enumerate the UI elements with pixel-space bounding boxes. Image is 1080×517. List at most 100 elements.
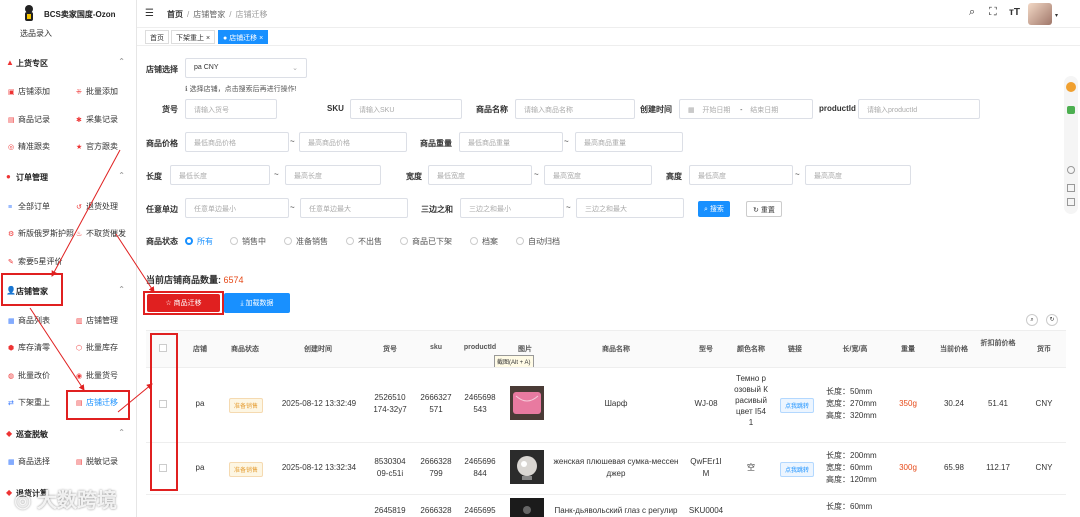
length-min-input[interactable]: 最低长度 <box>170 165 270 185</box>
header-weight: 重量 <box>901 346 915 353</box>
tab-relist[interactable]: 下架重上 × <box>171 30 216 44</box>
sidebar-item-collect-records[interactable]: ✱ 采集记录 <box>76 114 118 128</box>
side-max-input[interactable]: 任意单边最大 <box>300 198 408 218</box>
header-status: 商品状态 <box>231 346 259 353</box>
date-range-input[interactable]: ▦ 开始日期 - 结束日期 <box>679 99 813 119</box>
side-min-input[interactable]: 任意单边最小 <box>185 198 289 218</box>
breadcrumb-store-manager[interactable]: 店铺管家 <box>193 10 225 19</box>
search-icon[interactable]: ⌕ <box>969 6 975 19</box>
product-image[interactable] <box>510 386 544 420</box>
sidebar-item-precise-follow[interactable]: ◎ 精准跟卖 <box>8 141 50 155</box>
app-title: BCS卖家国度-Ozon <box>44 10 116 19</box>
chevron-up-icon: ⌃ <box>118 285 125 294</box>
width-min-input[interactable]: 最低宽度 <box>428 165 532 185</box>
sidebar-item-bulk-price[interactable]: ◍ 批量改价 <box>8 370 50 384</box>
header-name: 商品名称 <box>602 346 630 353</box>
load-data-button[interactable]: ⤓ 加载数据 <box>224 293 290 313</box>
fullscreen-icon[interactable]: ⛶ <box>989 6 997 19</box>
sidebar-item-product-entry[interactable]: 选品录入 <box>20 28 52 39</box>
breadcrumb-home[interactable]: 首页 <box>167 10 183 19</box>
status-radio-auto-archive[interactable]: 自动归档 <box>516 236 560 247</box>
sidebar-item-desensitize-records[interactable]: ▤ 脱敏记录 <box>76 456 118 470</box>
status-radio-preparing[interactable]: 准备销售 <box>284 236 328 247</box>
sidebar-item-bulk-sku[interactable]: ◉ 批量货号 <box>76 370 118 384</box>
table-refresh-icon[interactable]: ↻ <box>1046 314 1058 326</box>
header-model: 型号 <box>699 346 713 353</box>
sidebar-item-bulk-stock[interactable]: ⬡ 批量库存 <box>76 342 118 356</box>
refresh-icon: ↻ <box>753 207 759 214</box>
status-radio-not-for-sale[interactable]: 不出售 <box>346 236 382 247</box>
settings-icon[interactable] <box>1067 166 1075 174</box>
calendar-icon: ▦ <box>688 107 695 114</box>
sidebar-item-passport[interactable]: ⚙ 新版俄罗斯护照 <box>8 228 74 242</box>
status-radio-on-sale[interactable]: 销售中 <box>230 236 266 247</box>
table-search-icon[interactable]: ⌕ <box>1026 314 1038 326</box>
tab-store-migrate[interactable]: ● 店铺迁移 × <box>218 30 269 44</box>
sidebar-section-orders[interactable]: ● 订单管理 ⌃ <box>0 166 136 188</box>
length-max-input[interactable]: 最高长度 <box>285 165 381 185</box>
sidebar: BCS卖家国度-Ozon 选品录入 ▲ 上货专区 ⌃ ▣ 店铺添加 ⁜ 批量添加 ▤ 商品… <box>0 0 137 517</box>
header-pid: productId <box>463 344 497 351</box>
sku-input[interactable]: 请输入SKU <box>350 99 462 119</box>
pid-input[interactable]: 请输入productId <box>858 99 980 119</box>
sidebar-item-product-records[interactable]: ▤ 商品记录 <box>8 114 50 128</box>
copy-icon[interactable] <box>1067 184 1075 192</box>
sum-max-input[interactable]: 三边之和最大 <box>576 198 684 218</box>
sidebar-item-relist[interactable]: ⇄ 下架重上 <box>8 397 50 411</box>
name-input[interactable]: 请输入商品名称 <box>515 99 635 119</box>
status-radio-archive[interactable]: 档案 <box>470 236 498 247</box>
status-badge: 准备销售 <box>229 462 264 477</box>
store-select[interactable]: pa CNY ⌄ <box>185 58 307 78</box>
height-max-input[interactable]: 最高高度 <box>805 165 911 185</box>
width-max-input[interactable]: 最高宽度 <box>544 165 652 185</box>
sidebar-item-stock-clear[interactable]: ⬢ 库存清零 <box>8 342 50 356</box>
record-icon: ▤ <box>8 117 15 124</box>
price-min-input[interactable]: 最低商品价格 <box>185 132 289 152</box>
stock-icon: ⬢ <box>8 345 15 352</box>
product-image[interactable] <box>510 450 544 484</box>
bulk-stock-icon: ⬡ <box>76 345 83 352</box>
order-icon: ● <box>6 172 11 181</box>
sidebar-item-pickup-reminder[interactable]: ♨ 不取货催发 <box>76 228 126 242</box>
height-min-input[interactable]: 最低高度 <box>689 165 793 185</box>
sidebar-item-returns[interactable]: ↺ 退货处理 <box>76 201 118 215</box>
sidebar-item-official-follow[interactable]: ★ 官方跟卖 <box>76 141 118 155</box>
record-icon: ▤ <box>76 459 83 466</box>
sidebar-item-product-list[interactable]: ▦ 商品列表 <box>8 315 50 329</box>
product-image[interactable] <box>510 498 544 517</box>
weight-max-input[interactable]: 最高商品重量 <box>575 132 683 152</box>
avatar[interactable] <box>1028 3 1052 25</box>
highlight-store-manager <box>1 273 63 306</box>
weight-min-input[interactable]: 最低商品重量 <box>459 132 563 152</box>
sidebar-section-listing[interactable]: ▲ 上货专区 ⌃ <box>0 52 136 74</box>
open-link-button[interactable]: 点我跳转 <box>780 398 815 413</box>
sku-no-input[interactable]: 请输入货号 <box>185 99 277 119</box>
product-count: 当前店铺商品数量: 6574 <box>146 275 244 285</box>
status-radio-delisted[interactable]: 商品已下架 <box>400 236 452 247</box>
status-radio-all[interactable]: 所有 <box>185 236 213 247</box>
sidebar-item-all-orders[interactable]: ≡ 全部订单 <box>8 201 50 215</box>
price-max-input[interactable]: 最高商品价格 <box>299 132 407 152</box>
header-sku: sku <box>429 344 443 351</box>
tilde: ~ <box>795 170 800 179</box>
menu-toggle-icon[interactable]: ☰ <box>145 8 154 19</box>
reset-button[interactable]: ↻ 重置 <box>746 201 782 217</box>
sidebar-item-five-star[interactable]: ✎ 索要5星评价 <box>8 256 62 270</box>
status-icon[interactable] <box>1067 106 1075 114</box>
search-button[interactable]: ⌕ 搜索 <box>698 201 730 217</box>
sidebar-item-store-add[interactable]: ▣ 店铺添加 <box>8 86 50 100</box>
sidebar-item-store-manage[interactable]: ▥ 店铺管理 <box>76 315 118 329</box>
tab-home[interactable]: 首页 <box>145 30 169 44</box>
font-size-icon[interactable]: тT <box>1009 7 1020 18</box>
note-icon[interactable] <box>1067 198 1075 206</box>
plugin-icon[interactable] <box>1066 82 1076 92</box>
open-link-button[interactable]: 点我跳转 <box>780 462 815 477</box>
breadcrumb: 首页 / 店铺管家 / 店铺迁移 <box>167 10 268 19</box>
migrate-button[interactable]: ☆ 商品迁移 <box>147 294 220 312</box>
sum-min-input[interactable]: 三边之和最小 <box>460 198 564 218</box>
sidebar-item-bulk-add[interactable]: ⁜ 批量添加 <box>76 86 118 100</box>
sidebar-section-patrol[interactable]: ◆ 巡查脱敏 ⌃ <box>0 423 136 445</box>
chevron-down-icon[interactable]: ▾ <box>1055 12 1058 19</box>
star-icon: ☆ <box>165 300 172 307</box>
sidebar-item-product-select[interactable]: ▦ 商品选择 <box>8 456 50 470</box>
